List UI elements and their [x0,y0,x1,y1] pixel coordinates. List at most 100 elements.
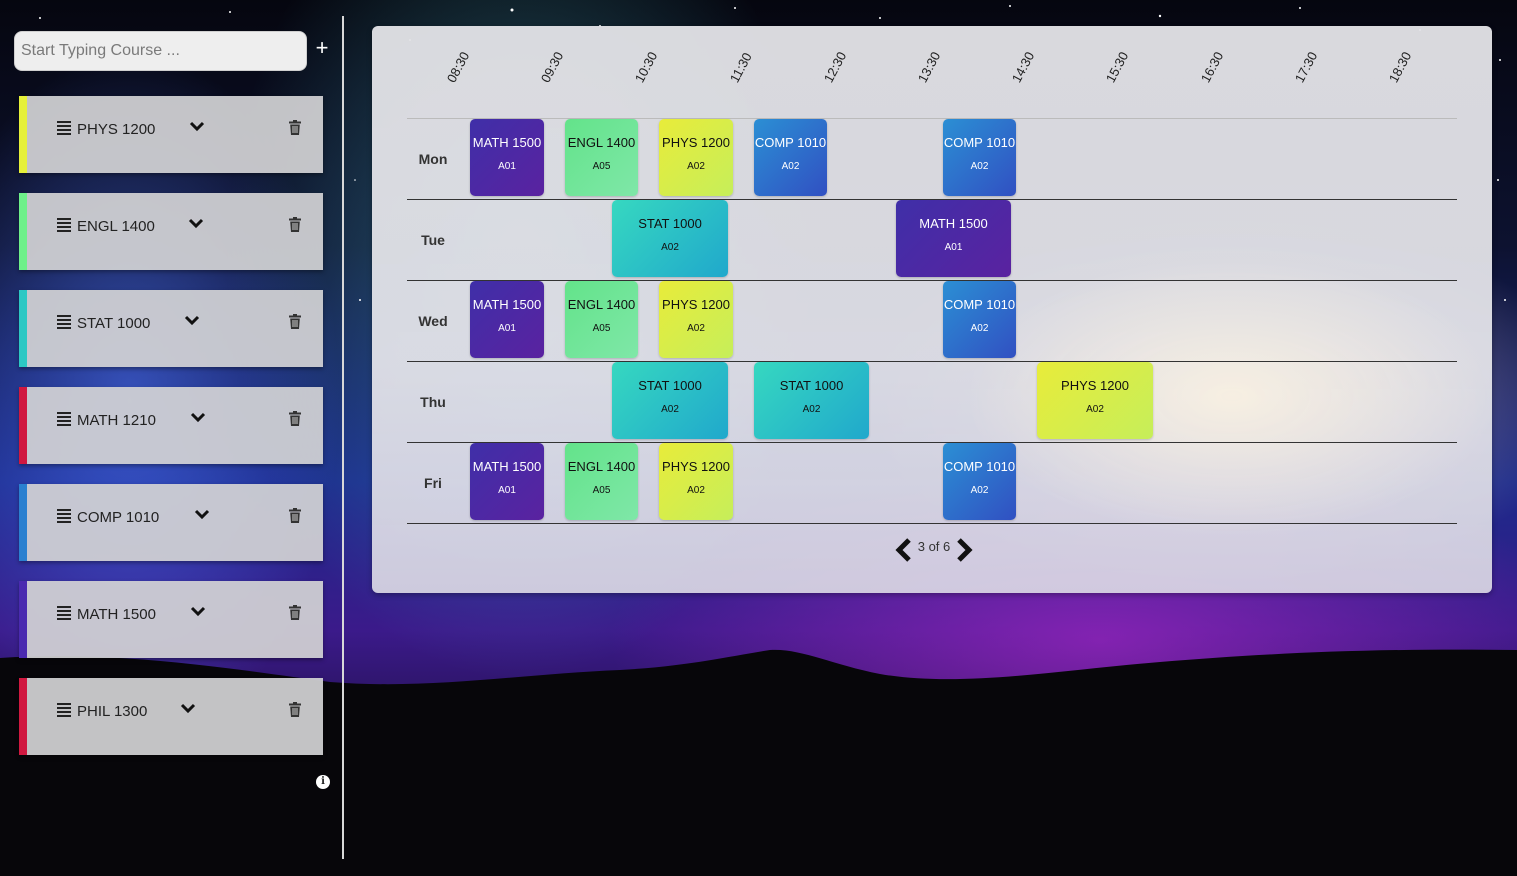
block-section: A02 [970,161,989,172]
course-name: PHIL 1300 [77,703,148,720]
day-label-thu: Thu [420,394,446,410]
course-name: MATH 1210 [77,412,156,429]
trash-icon[interactable] [289,120,301,135]
block-section: A02 [661,404,679,415]
course-card-math-1210[interactable]: MATH 1210 [19,387,323,464]
course-color-stripe [19,581,27,658]
schedule-page-indicator: 3 of 6 [917,539,951,554]
block-section: A02 [687,161,705,172]
course-color-stripe [19,193,27,270]
drag-handle-icon[interactable] [57,509,71,523]
chevron-down-icon[interactable] [188,217,204,231]
row-divider [407,118,1457,119]
course-block-mon-comp-1010-b[interactable]: COMP 1010 A02 [943,119,1016,196]
block-section: A02 [802,404,821,415]
block-course: ENGL 1400 [567,459,636,474]
course-color-stripe [19,387,27,464]
block-section: A02 [781,161,800,172]
previous-schedule-icon[interactable] [893,538,913,562]
row-divider [407,442,1457,443]
course-block-tue-math-1500[interactable]: MATH 1500 A01 [896,200,1011,277]
trash-icon[interactable] [289,508,301,523]
course-name: PHYS 1200 [77,121,156,138]
add-course-button[interactable]: + [313,34,331,62]
course-name: ENGL 1400 [77,218,155,235]
day-label-tue: Tue [421,232,445,248]
course-card-stat-1000[interactable]: STAT 1000 [19,290,323,367]
sidebar-divider [342,16,344,859]
block-course: COMP 1010 [943,297,1016,312]
course-block-mon-phys-1200[interactable]: PHYS 1200 A02 [659,119,733,196]
course-search-input[interactable] [14,31,307,71]
drag-handle-icon[interactable] [57,703,71,717]
block-course: ENGL 1400 [567,297,636,312]
course-block-mon-engl-1400[interactable]: ENGL 1400 A05 [565,119,638,196]
course-name: COMP 1010 [77,509,160,526]
drag-handle-icon[interactable] [57,315,71,329]
course-block-wed-phys-1200[interactable]: PHYS 1200 A02 [659,281,733,358]
row-divider [407,361,1457,362]
block-course: STAT 1000 [779,378,844,393]
course-card-engl-1400[interactable]: ENGL 1400 [19,193,323,270]
block-section: A02 [661,242,679,253]
course-card-phil-1300[interactable]: PHIL 1300 [19,678,323,755]
chevron-down-icon[interactable] [189,120,205,134]
chevron-down-icon[interactable] [194,508,210,522]
trash-icon[interactable] [289,217,301,232]
day-label-mon: Mon [418,151,448,167]
course-block-fri-comp-1010[interactable]: COMP 1010 A02 [943,443,1016,520]
trash-icon[interactable] [289,411,301,426]
block-section: A02 [1086,404,1104,415]
block-course: STAT 1000 [638,378,702,393]
block-section: A01 [498,323,516,334]
course-card-phys-1200[interactable]: PHYS 1200 [19,96,323,173]
trash-icon[interactable] [289,314,301,329]
course-block-wed-engl-1400[interactable]: ENGL 1400 A05 [565,281,638,358]
course-block-fri-phys-1200[interactable]: PHYS 1200 A02 [659,443,733,520]
course-block-wed-math-1500[interactable]: MATH 1500 A01 [470,281,544,358]
block-course: COMP 1010 [754,135,827,150]
schedule-pager: 3 of 6 [893,538,973,564]
block-course: PHYS 1200 [662,135,730,150]
course-block-fri-math-1500[interactable]: MATH 1500 A01 [470,443,544,520]
block-course: STAT 1000 [638,216,702,231]
block-section: A02 [970,485,989,496]
course-block-wed-comp-1010[interactable]: COMP 1010 A02 [943,281,1016,358]
drag-handle-icon[interactable] [57,121,71,135]
course-color-stripe [19,484,27,561]
block-section: A02 [687,485,705,496]
chevron-down-icon[interactable] [190,411,206,425]
block-course: ENGL 1400 [567,135,636,150]
course-block-thu-stat-1000[interactable]: STAT 1000 A02 [612,362,728,439]
block-section: A05 [592,485,611,496]
course-name: STAT 1000 [77,315,151,332]
block-section: A05 [592,323,611,334]
info-icon[interactable]: i [316,775,330,789]
block-course: MATH 1500 [472,297,542,312]
row-divider [407,280,1457,281]
block-course: PHYS 1200 [662,459,730,474]
block-course: PHYS 1200 [662,297,730,312]
course-color-stripe [19,290,27,367]
drag-handle-icon[interactable] [57,606,71,620]
trash-icon[interactable] [289,605,301,620]
course-block-mon-math-1500[interactable]: MATH 1500 A01 [470,119,544,196]
drag-handle-icon[interactable] [57,218,71,232]
course-block-mon-comp-1010[interactable]: COMP 1010 A02 [754,119,827,196]
day-label-fri: Fri [424,475,442,491]
chevron-down-icon[interactable] [190,605,206,619]
course-block-thu-phys-1200[interactable]: PHYS 1200 A02 [1037,362,1153,439]
drag-handle-icon[interactable] [57,412,71,426]
course-card-math-1500[interactable]: MATH 1500 [19,581,323,658]
course-block-tue-stat-1000[interactable]: STAT 1000 A02 [612,200,728,277]
chevron-down-icon[interactable] [184,314,200,328]
next-schedule-icon[interactable] [955,538,975,562]
block-course: MATH 1500 [472,459,542,474]
course-name: MATH 1500 [77,606,156,623]
trash-icon[interactable] [289,702,301,717]
chevron-down-icon[interactable] [180,702,196,716]
course-block-thu-stat-1000-b[interactable]: STAT 1000 A02 [754,362,869,439]
course-card-comp-1010[interactable]: COMP 1010 [19,484,323,561]
course-block-fri-engl-1400[interactable]: ENGL 1400 A05 [565,443,638,520]
day-label-wed: Wed [418,313,448,329]
